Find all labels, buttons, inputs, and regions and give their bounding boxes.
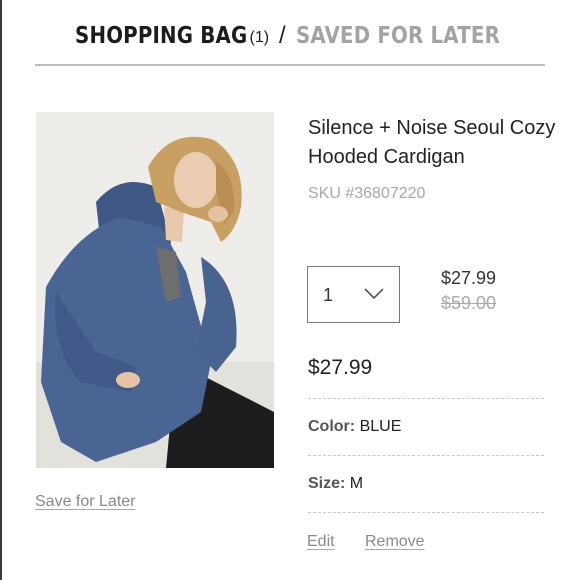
product-photo [36, 112, 274, 468]
product-name[interactable]: Silence + Noise Seoul Cozy Hooded Cardig… [308, 114, 568, 172]
bag-count: (1) [249, 29, 270, 46]
original-price: $59.00 [441, 293, 497, 313]
cart-header: SHOPPING BAG (1) / SAVED FOR LATER [0, 22, 580, 50]
chevron-down-icon [364, 288, 384, 300]
divider [308, 455, 544, 456]
color-value: BLUE [359, 418, 402, 435]
size-label: Size: [308, 475, 346, 492]
quantity-value: 1 [323, 285, 334, 305]
size-attribute: Size: M [308, 475, 363, 493]
size-value: M [349, 475, 364, 492]
tab-saved-for-later[interactable]: SAVED FOR LATER [296, 23, 500, 49]
unit-price: $27.99 [441, 268, 497, 288]
remove-link[interactable]: Remove [365, 533, 425, 551]
quantity-select[interactable]: 1 [307, 266, 400, 323]
color-label: Color: [308, 418, 356, 435]
divider [308, 512, 544, 513]
product-sku: SKU #36807220 [308, 185, 426, 202]
edit-link[interactable]: Edit [307, 533, 335, 551]
window-edge [0, 0, 2, 580]
save-for-later-link[interactable]: Save for Later [35, 493, 136, 511]
divider [308, 398, 544, 399]
product-image[interactable] [36, 112, 274, 468]
line-total: $27.99 [308, 356, 373, 379]
color-attribute: Color: BLUE [308, 418, 401, 436]
header-divider [35, 64, 545, 66]
tab-separator: / [279, 22, 286, 49]
tab-shopping-bag[interactable]: SHOPPING BAG [75, 23, 247, 49]
